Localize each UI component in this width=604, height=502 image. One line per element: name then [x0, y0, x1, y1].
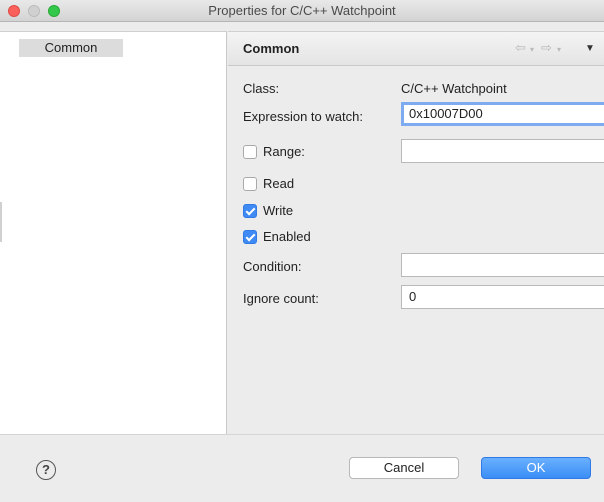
class-value: C/C++ Watchpoint	[401, 81, 507, 96]
pane-edge	[0, 202, 2, 242]
ignore-count-input[interactable]: 0	[401, 285, 604, 309]
condition-label: Condition:	[243, 259, 302, 274]
expression-input[interactable]: 0x10007D00	[401, 102, 604, 126]
ok-button[interactable]: OK	[481, 457, 591, 479]
category-item-common[interactable]: Common	[19, 39, 123, 57]
enabled-checkbox-row[interactable]: Enabled	[243, 229, 343, 247]
forward-history-dropdown-icon[interactable]: ▾	[557, 45, 561, 54]
view-menu-icon[interactable]: ▼	[585, 43, 595, 54]
dialog-footer: ? Cancel OK	[0, 434, 604, 502]
range-label: Range:	[263, 144, 305, 159]
help-icon[interactable]: ?	[36, 460, 56, 480]
title-bar: Properties for C/C++ Watchpoint	[0, 0, 604, 22]
back-history-dropdown-icon[interactable]: ▾	[530, 45, 534, 54]
condition-input[interactable]	[401, 253, 604, 277]
range-input[interactable]	[401, 139, 604, 163]
write-checkbox[interactable]	[243, 204, 257, 218]
page-title: Common	[243, 41, 300, 56]
write-checkbox-row[interactable]: Write	[243, 203, 343, 221]
back-arrow-icon[interactable]: ⇦	[515, 40, 526, 56]
cancel-button[interactable]: Cancel	[349, 457, 459, 479]
enabled-checkbox[interactable]	[243, 230, 257, 244]
write-label: Write	[263, 203, 294, 218]
read-checkbox-row[interactable]: Read	[243, 176, 343, 194]
class-label: Class:	[243, 81, 280, 96]
ignore-count-label: Ignore count:	[243, 291, 319, 306]
properties-page: Common ⇦ ▾ ⇨ ▾ ▼ Class: C/C++ Watchpoint…	[228, 31, 604, 434]
window-title: Properties for C/C++ Watchpoint	[208, 3, 396, 18]
expression-label: Expression to watch:	[243, 109, 363, 124]
range-checkbox-row[interactable]: Range:	[243, 144, 383, 162]
forward-arrow-icon[interactable]: ⇨	[541, 40, 552, 56]
enabled-label: Enabled	[263, 229, 311, 244]
page-header: Common ⇦ ▾ ⇨ ▾ ▼	[228, 32, 604, 66]
read-checkbox[interactable]	[243, 177, 257, 191]
range-checkbox[interactable]	[243, 145, 257, 159]
read-label: Read	[263, 176, 295, 191]
category-tree: Common	[0, 31, 227, 434]
